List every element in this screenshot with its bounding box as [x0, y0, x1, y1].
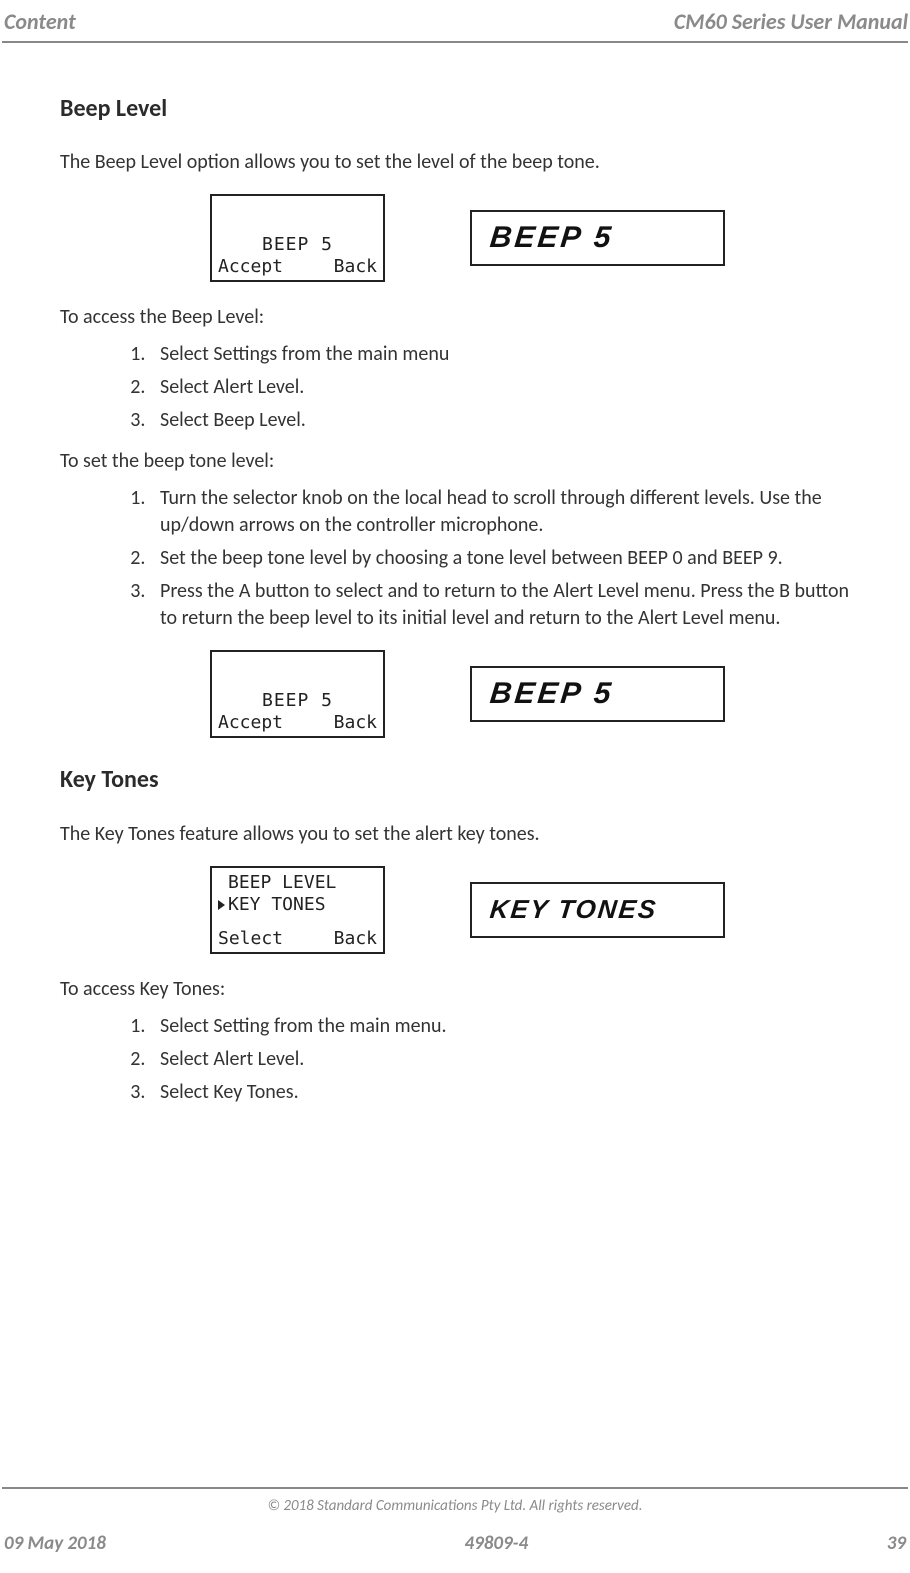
lcd-softkey-right: Back: [334, 711, 377, 735]
beep-access-lead: To access the Beep Level:: [60, 304, 850, 331]
page: Content CM60 Series User Manual Beep Lev…: [0, 0, 910, 1573]
list-item: Select Alert Level.: [150, 1046, 850, 1073]
beep-set-lead: To set the beep tone level:: [60, 448, 850, 475]
lcd-softkey-left: Accept: [218, 711, 283, 735]
lcd-softkey-right: Back: [334, 255, 377, 279]
segment-display: BEEP 5: [470, 666, 725, 722]
list-item: Set the beep tone level by choosing a to…: [150, 545, 850, 572]
header-bar: Content CM60 Series User Manual: [0, 0, 910, 41]
lcd-softkey-row: Accept Back: [218, 256, 377, 278]
lcd-line-2: KEY TONES: [218, 894, 377, 916]
lcd-softkey-row: Select Back: [218, 928, 377, 950]
lcd-softkey-left: Accept: [218, 255, 283, 279]
bottom-bar: 09 May 2018 49809-4 39: [4, 1532, 906, 1555]
footer: © 2018 Standard Communications Pty Ltd. …: [0, 1487, 910, 1515]
lcd-screen: BEEP 5 Accept Back: [210, 650, 385, 738]
lcd-screen: BEEP LEVEL KEY TONES Select Back: [210, 866, 385, 954]
section-title-beep-level: Beep Level: [60, 93, 850, 125]
lcd-softkey-right: Back: [334, 927, 377, 951]
lcd-blank-line: [218, 668, 377, 690]
lcd-main-line: BEEP 5: [218, 690, 377, 712]
beep-intro: The Beep Level option allows you to set …: [60, 149, 850, 176]
lcd-main-line: BEEP 5: [218, 234, 377, 256]
copyright-text: © 2018 Standard Communications Pty Ltd. …: [0, 1497, 910, 1515]
lcd-softkey-row: Accept Back: [218, 712, 377, 734]
segment-display: BEEP 5: [470, 210, 725, 266]
list-item: Select Setting from the main menu.: [150, 1013, 850, 1040]
triangle-icon: [218, 900, 225, 910]
keytones-access-lead: To access Key Tones:: [60, 976, 850, 1003]
beep-set-steps: Turn the selector knob on the local head…: [60, 485, 850, 632]
list-item: Select Beep Level.: [150, 407, 850, 434]
segment-text: BEEP 5: [488, 674, 616, 715]
list-item: Press the A button to select and to retu…: [150, 578, 850, 632]
segment-text: KEY TONES: [488, 892, 659, 927]
list-item: Select Key Tones.: [150, 1079, 850, 1106]
section-title-key-tones: Key Tones: [60, 764, 850, 796]
header-right: CM60 Series User Manual: [674, 8, 908, 35]
footer-date: 09 May 2018: [4, 1532, 106, 1555]
footer-docnum: 49809-4: [465, 1532, 529, 1555]
header-left: Content: [4, 8, 76, 35]
keytones-display-row: BEEP LEVEL KEY TONES Select Back KEY TON…: [210, 866, 850, 954]
footer-page-number: 39: [887, 1532, 906, 1555]
header-rule: [2, 41, 908, 43]
lcd-line-2-text: KEY TONES: [228, 893, 326, 917]
list-item: Turn the selector knob on the local head…: [150, 485, 850, 539]
segment-display: KEY TONES: [470, 882, 725, 938]
segment-text: BEEP 5: [488, 218, 616, 259]
list-item: Select Settings from the main menu: [150, 341, 850, 368]
lcd-screen: BEEP 5 Accept Back: [210, 194, 385, 282]
beep-display-row-2: BEEP 5 Accept Back BEEP 5: [210, 650, 850, 738]
lcd-softkey-left: Select: [218, 927, 283, 951]
beep-display-row-1: BEEP 5 Accept Back BEEP 5: [210, 194, 850, 282]
beep-access-steps: Select Settings from the main menu Selec…: [60, 341, 850, 434]
lcd-line-1: BEEP LEVEL: [218, 872, 377, 894]
list-item: Select Alert Level.: [150, 374, 850, 401]
lcd-blank-line: [218, 212, 377, 234]
footer-rule: [2, 1487, 908, 1489]
content-area: Beep Level The Beep Level option allows …: [0, 93, 910, 1106]
keytones-access-steps: Select Setting from the main menu. Selec…: [60, 1013, 850, 1106]
keytones-intro: The Key Tones feature allows you to set …: [60, 821, 850, 848]
lcd-line-1-text: BEEP LEVEL: [228, 871, 336, 895]
